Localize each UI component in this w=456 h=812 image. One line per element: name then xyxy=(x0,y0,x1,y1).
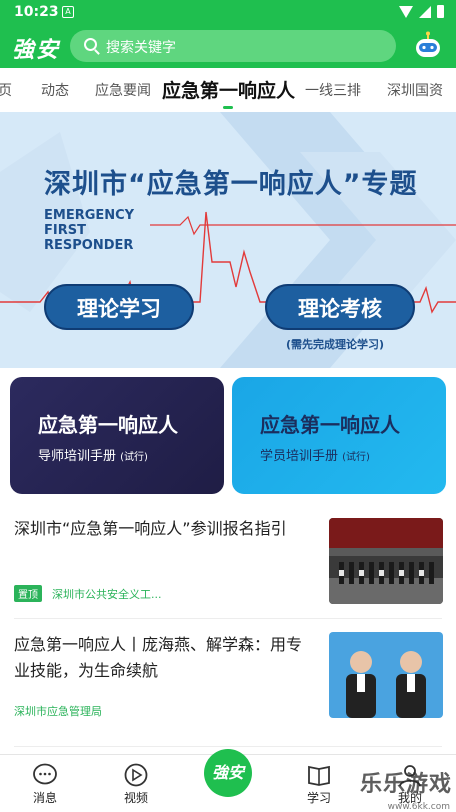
banner-en-line: RESPONDER xyxy=(44,238,134,253)
battery-icon xyxy=(437,5,444,18)
tab-shenzhen-sasac[interactable]: 深圳国资 xyxy=(387,80,443,100)
banner-en-line: FIRST xyxy=(44,223,86,238)
nav-messages[interactable]: 消息 xyxy=(15,763,75,806)
banner-en-line: EMERGENCY xyxy=(44,208,135,223)
divider xyxy=(14,618,442,619)
watermark: 乐乐游戏 xyxy=(359,772,452,797)
tab-first-responder[interactable]: 应急第一响应人 xyxy=(162,76,295,103)
news-thumbnail xyxy=(329,518,443,604)
news-thumbnail xyxy=(329,632,443,718)
exam-prerequisite-note: (需先完成理论学习) xyxy=(286,338,385,351)
news-list-item[interactable]: 深圳市“应急第一响应人”参训报名指引 置顶 深圳市公共安全义工... xyxy=(0,506,456,618)
news-source: 深圳市公共安全义工... xyxy=(52,588,162,601)
notification-icon: A xyxy=(62,6,74,18)
card-subtitle: 导师培训手册 (试行) xyxy=(38,445,148,464)
card-subtitle: 学员培训手册 (试行) xyxy=(260,445,370,464)
banner-english-title: EMERGENCY FIRST RESPONDER xyxy=(44,208,134,253)
nav-video[interactable]: 视频 xyxy=(106,763,166,806)
news-list-item[interactable]: 应急第一响应人丨庞海燕、解学森：用专业技能，为生命续航 深圳市应急管理局 xyxy=(0,620,456,736)
nav-home-logo[interactable]: 強安 xyxy=(204,749,252,797)
card-subtitle-note: (试行) xyxy=(120,452,148,463)
theory-study-button[interactable]: 理论学习 xyxy=(44,284,194,330)
nav-label: 学习 xyxy=(306,791,331,805)
search-placeholder: 搜索关键字 xyxy=(106,40,176,56)
search-icon xyxy=(84,38,97,51)
nav-label: 视频 xyxy=(123,791,148,805)
news-source: 深圳市应急管理局 xyxy=(14,705,102,718)
watermark-url: www.6kk.com xyxy=(387,802,450,812)
banner-title: 深圳市“应急第一响应人”专题 xyxy=(44,169,418,200)
robot-assistant-icon[interactable] xyxy=(412,31,444,61)
wifi-icon xyxy=(399,5,413,18)
topic-banner[interactable]: 深圳市“应急第一响应人”专题 EMERGENCY FIRST RESPONDER… xyxy=(0,112,456,368)
card-title: 应急第一响应人 xyxy=(260,413,400,437)
news-title: 应急第一响应人丨庞海燕、解学森：用专业技能，为生命续航 xyxy=(14,635,303,680)
channel-tabs: 页 动态 应急要闻 应急第一响应人 一线三排 深圳国资 xyxy=(0,68,456,110)
pinned-badge: 置顶 xyxy=(14,585,42,602)
news-meta: 置顶 深圳市公共安全义工... xyxy=(14,585,162,602)
search-input[interactable]: 搜索关键字 xyxy=(70,30,396,62)
tab-emergency-news[interactable]: 应急要闻 xyxy=(95,80,151,100)
app-logo[interactable]: 強安 xyxy=(12,32,60,64)
mentor-handbook-card[interactable]: 应急第一响应人 导师培训手册 (试行) xyxy=(10,377,224,494)
tab-home[interactable]: 页 xyxy=(0,80,12,100)
nav-label: 消息 xyxy=(32,791,57,805)
status-bar: 10:23 A xyxy=(0,0,456,24)
app-header: 強安 搜索关键字 xyxy=(0,24,456,68)
card-title: 应急第一响应人 xyxy=(38,413,178,437)
message-bubble-icon xyxy=(33,763,57,785)
card-subtitle-text: 学员培训手册 xyxy=(260,449,339,464)
status-time: 10:23 xyxy=(14,4,59,20)
tab-active-indicator xyxy=(223,106,233,109)
play-circle-icon xyxy=(124,763,148,787)
signal-icon xyxy=(419,5,431,18)
book-icon xyxy=(308,765,330,786)
card-subtitle-text: 导师培训手册 xyxy=(38,449,117,464)
card-subtitle-note: (试行) xyxy=(342,452,370,463)
news-title: 深圳市“应急第一响应人”参训报名指引 xyxy=(14,519,287,538)
tab-news[interactable]: 动态 xyxy=(41,80,69,100)
news-meta: 深圳市应急管理局 xyxy=(14,703,102,719)
divider xyxy=(14,746,442,747)
theory-exam-button[interactable]: 理论考核 xyxy=(265,284,415,330)
tab-frontline[interactable]: 一线三排 xyxy=(305,80,361,100)
nav-study[interactable]: 学习 xyxy=(289,763,349,806)
status-icons xyxy=(399,5,444,18)
trainee-handbook-card[interactable]: 应急第一响应人 学员培训手册 (试行) xyxy=(232,377,446,494)
